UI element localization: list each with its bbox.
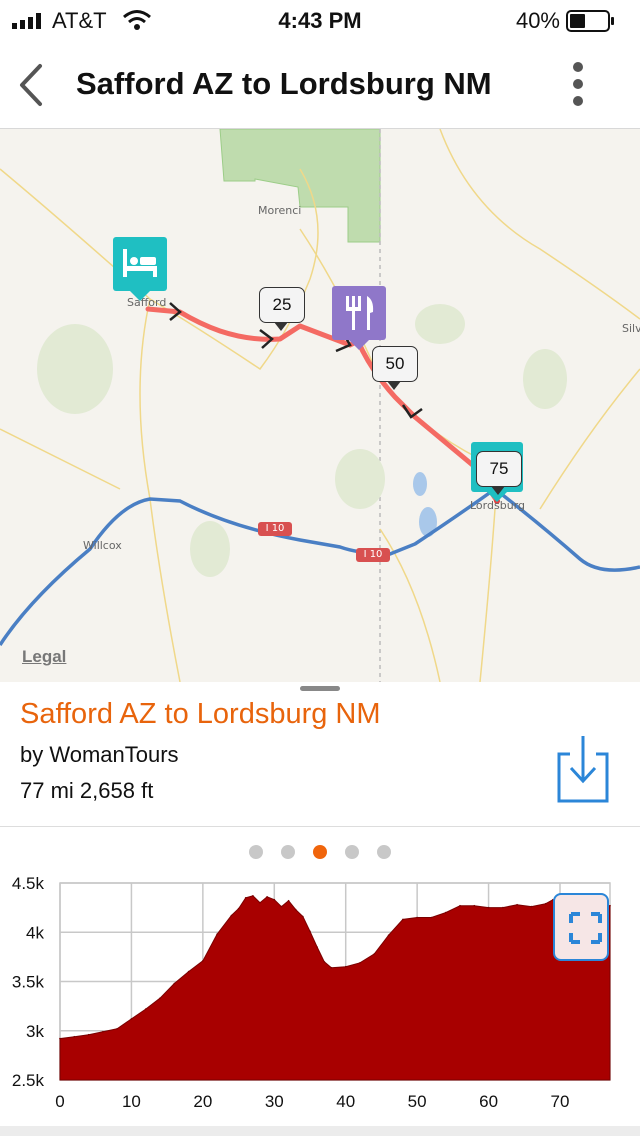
elevation-point <box>216 933 218 935</box>
chart-x-tick: 70 <box>551 1092 570 1111</box>
elevation-point <box>323 961 326 963</box>
elevation-point <box>487 906 490 909</box>
highway-shield-i10: I 10 <box>258 522 292 536</box>
chevron-left-icon[interactable] <box>14 62 46 108</box>
elevation-point <box>116 1028 118 1030</box>
fork-knife-icon <box>346 296 374 330</box>
elevation-point <box>287 899 290 902</box>
bed-icon <box>123 249 157 277</box>
elevation-point <box>502 906 504 909</box>
restaurant-marker[interactable] <box>332 286 386 350</box>
elevation-point <box>430 916 433 919</box>
elevation-point <box>252 895 254 897</box>
chart-x-tick: 60 <box>479 1092 498 1111</box>
chart-y-tick: 2.5k <box>12 1071 45 1090</box>
chart-y-tick: 3k <box>26 1022 44 1041</box>
elevation-point <box>444 911 447 914</box>
map-label-morenci: Morenci <box>258 204 302 217</box>
page-dot[interactable] <box>249 845 263 859</box>
page-dot[interactable] <box>281 845 295 859</box>
elevation-point <box>144 1008 147 1010</box>
chart-x-tick: 40 <box>336 1092 355 1111</box>
elevation-point <box>302 915 304 918</box>
elevation-point <box>459 904 461 907</box>
chart-y-tick: 4.5k <box>12 874 45 893</box>
elevation-point <box>59 1037 61 1040</box>
elevation-point <box>330 966 333 969</box>
elevation-point <box>530 905 533 908</box>
elevation-point <box>280 905 283 908</box>
map-canvas <box>0 129 640 682</box>
status-bar: AT&T 4:43 PM 40% <box>0 0 640 40</box>
elevation-point <box>402 918 404 921</box>
chart-x-tick: 30 <box>265 1092 284 1111</box>
elevation-chart: 0 10 20 30 40 50 60 70 4.5k 4k 3.5k 3k 2.5k <box>12 874 611 1111</box>
route-elevation-gain: 2,658 ft <box>79 778 154 803</box>
elevation-point <box>159 997 161 999</box>
chart-x-tick: 0 <box>55 1092 64 1111</box>
lodging-marker[interactable] <box>113 237 167 301</box>
route-stats: 77 mi 2,658 ft <box>20 778 153 804</box>
elevation-point <box>344 965 347 968</box>
chart-y-tick: 3.5k <box>12 973 45 992</box>
elevation-point <box>387 934 390 936</box>
elevation-point <box>202 960 204 962</box>
elevation-point <box>130 1018 133 1020</box>
mile-marker: 25 <box>259 287 305 331</box>
elevation-point <box>237 907 240 910</box>
elevation-point <box>244 897 247 899</box>
elevation-point <box>373 953 376 955</box>
legal-link[interactable]: Legal <box>22 647 66 667</box>
elevation-point <box>102 1030 104 1033</box>
page-dot-active[interactable] <box>313 845 327 859</box>
elevation-point <box>230 914 233 917</box>
elevation-point <box>259 901 261 904</box>
elevation-point <box>187 970 190 973</box>
divider <box>0 826 640 827</box>
elevation-point <box>273 898 276 901</box>
chart-y-tick: 4k <box>26 923 44 942</box>
page-dot[interactable] <box>345 845 359 859</box>
elevation-point <box>309 930 311 933</box>
chart-x-tick: 10 <box>122 1092 141 1111</box>
battery-icon <box>566 10 614 32</box>
elevation-point <box>266 896 268 898</box>
chart-x-tick: 50 <box>408 1092 427 1111</box>
map-label-silver: Silv <box>622 322 640 335</box>
elevation-point <box>87 1033 90 1036</box>
more-vertical-icon[interactable] <box>566 60 590 108</box>
mile-marker: 50 <box>372 346 418 390</box>
elevation-point <box>73 1035 76 1038</box>
elevation-point <box>294 908 297 911</box>
route-author: by WomanTours <box>20 742 179 767</box>
page-title: Safford AZ to Lordsburg NM <box>76 66 492 101</box>
elevation-point <box>316 946 318 948</box>
expand-chart-button[interactable] <box>553 893 609 961</box>
sheet-handle[interactable] <box>300 686 340 691</box>
route-map[interactable]: Morenci Safford Lordsburg Willcox Silv I… <box>0 129 640 682</box>
fullscreen-icon <box>569 912 602 944</box>
elevation-point <box>609 904 611 907</box>
bottom-strip <box>0 1126 640 1136</box>
route-distance: 77 mi <box>20 778 74 803</box>
download-button[interactable] <box>556 734 610 804</box>
download-icon <box>557 736 609 803</box>
elevation-point <box>359 962 361 964</box>
nav-bar: Safford AZ to Lordsburg NM <box>0 40 640 129</box>
elevation-point <box>544 902 547 905</box>
mile-marker: 75 <box>476 451 522 495</box>
route-title: Safford AZ to Lordsburg NM <box>20 698 381 730</box>
elevation-point <box>173 982 176 985</box>
map-label-willcox: Willcox <box>83 539 122 552</box>
elevation-point <box>473 904 476 907</box>
elevation-point <box>416 916 418 919</box>
battery-percent: 40% <box>515 8 560 33</box>
highway-shield-i10: I 10 <box>356 548 390 562</box>
chart-x-tick: 20 <box>193 1092 212 1111</box>
page-dot[interactable] <box>377 845 391 859</box>
elevation-point <box>516 903 518 906</box>
